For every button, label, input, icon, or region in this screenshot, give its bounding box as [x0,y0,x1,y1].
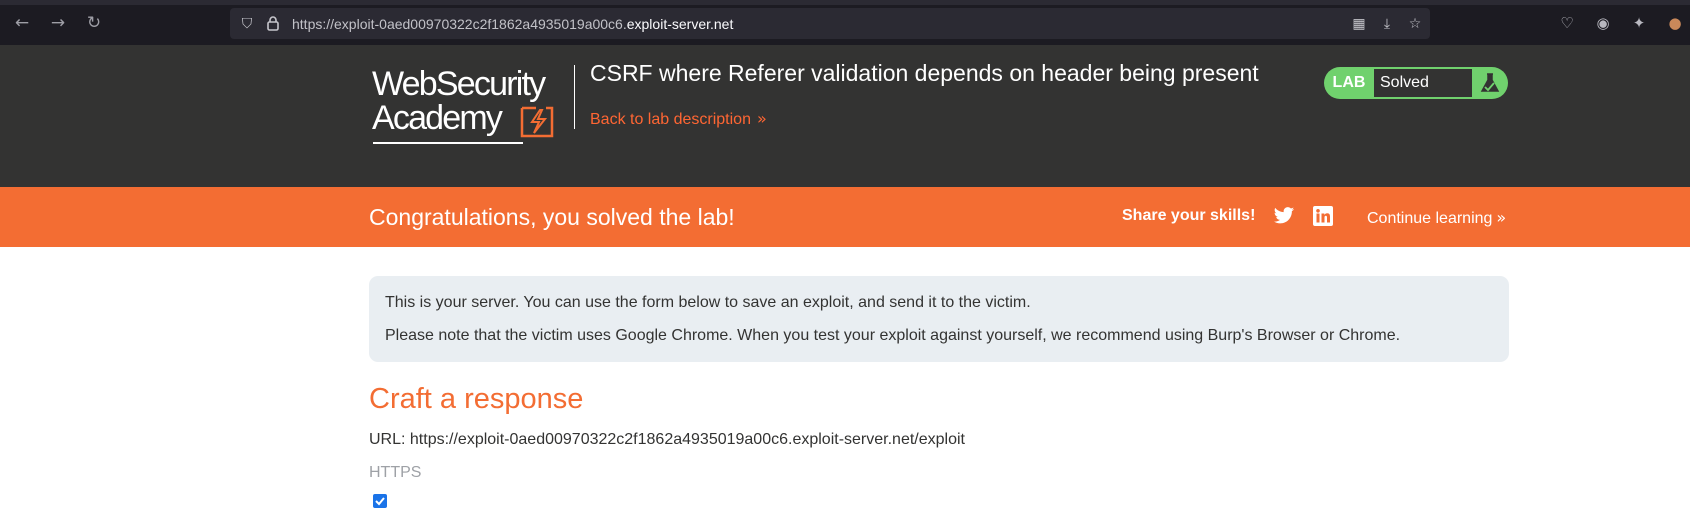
https-checkbox[interactable] [373,494,387,508]
tab-strip [0,0,1690,5]
web-security-academy-logo[interactable]: WebSecurity Academy [370,65,570,160]
continue-learning-link[interactable]: Continue learning» [1367,208,1506,228]
forward-arrow-icon[interactable]: → [48,13,68,33]
lab-title: CSRF where Referer validation depends on… [590,60,1259,86]
lab-status-text: Solved [1374,69,1472,97]
exploit-url: URL: https://exploit-0aed00970322c2f1862… [369,431,965,448]
checkmark-icon [375,497,385,506]
flask-icon [1480,73,1500,92]
solved-banner: Congratulations, you solved the lab! Sha… [0,187,1690,247]
download-icon[interactable]: ⤓ [1378,15,1396,33]
back-to-lab-description-link[interactable]: Back to lab description» [590,109,767,129]
back-arrow-icon[interactable]: ← [12,13,32,33]
congratulations-message: Congratulations, you solved the lab! [369,204,735,230]
pocket-icon[interactable]: ♡ [1557,13,1577,33]
reload-icon[interactable]: ↻ [84,13,104,33]
https-label: HTTPS [369,464,422,481]
logo-line2: Academy [372,99,503,137]
browser-toolbar: ← → ↻ ⛉ https://exploit-0aed00970322c2f1… [0,0,1690,45]
grid-icon[interactable]: ▦ [1350,15,1368,33]
twitter-icon[interactable] [1273,206,1295,226]
craft-response-heading: Craft a response [369,383,584,415]
linkedin-icon[interactable] [1313,206,1333,226]
logo-bolt-icon [520,106,554,138]
url-text[interactable]: https://exploit-0aed00970322c2f1862a4935… [292,16,733,32]
profile-avatar[interactable]: ● [1665,13,1685,33]
shield-icon[interactable]: ⛉ [238,15,256,33]
double-chevron-right-icon: » [756,109,767,128]
lock-icon[interactable] [264,15,282,33]
account-icon[interactable]: ◉ [1593,13,1613,33]
share-label: Share your skills! [1122,207,1256,224]
info-line-1: This is your server. You can use the for… [385,294,1031,311]
server-info-box: This is your server. You can use the for… [369,276,1509,362]
lab-header: WebSecurity Academy CSRF where Referer v… [0,45,1690,187]
double-chevron-right-icon: » [1496,208,1507,227]
address-bar[interactable]: ⛉ https://exploit-0aed00970322c2f1862a49… [230,8,1430,39]
header-divider [574,65,575,129]
logo-underline [373,142,523,144]
lab-tag: LAB [1332,74,1366,91]
extensions-icon[interactable]: ✦ [1629,13,1649,33]
info-line-2: Please note that the victim uses Google … [385,327,1401,344]
lab-status-badge: LAB Solved [1324,67,1508,99]
bookmark-star-icon[interactable]: ☆ [1406,15,1424,33]
